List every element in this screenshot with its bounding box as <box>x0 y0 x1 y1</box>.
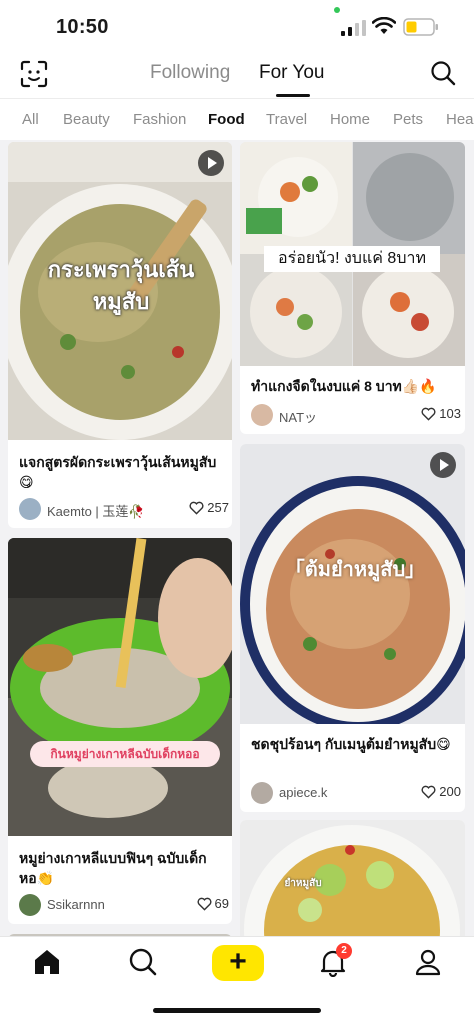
notification-badge: 2 <box>336 943 352 959</box>
post-meta: apiece.k 200 <box>251 782 461 804</box>
home-icon[interactable] <box>32 947 62 977</box>
post-overlay-text: กระเพราวุ้นเส้น หมูสับ <box>47 257 195 314</box>
post-overlay-text: อร่อยนัว! งบแค่ 8บาท <box>264 246 440 272</box>
post-meta: NATッ 103 <box>251 404 461 426</box>
video-play-icon <box>430 452 456 478</box>
category-health[interactable]: Hea <box>446 111 474 128</box>
post-title: แจกสูตรผัดกระเพราวุ้นเส้นหมูสับ 😋 <box>19 454 217 490</box>
heart-icon <box>421 407 436 421</box>
status-bar: 10:50 <box>0 0 474 54</box>
author-name[interactable]: NATッ <box>279 407 317 426</box>
search-icon[interactable] <box>430 60 456 86</box>
post-card[interactable]: ยำหมูสับ <box>240 820 465 936</box>
profile-icon[interactable] <box>413 947 443 977</box>
post-image <box>8 538 232 836</box>
avatar[interactable] <box>19 894 41 916</box>
tab-following[interactable]: Following <box>150 62 230 84</box>
like-count: 200 <box>439 784 461 799</box>
search-icon[interactable] <box>128 947 158 977</box>
like-button[interactable]: 257 <box>189 500 229 515</box>
post-title: หมูย่างเกาหลีแบบฟินๆ ฉบับเด็กหอ👏 <box>19 850 207 886</box>
post-overlay-text: กินหมูย่างเกาหลีฉบับเด็กหออ <box>30 741 220 767</box>
like-button[interactable]: 200 <box>421 784 461 799</box>
category-pets[interactable]: Pets <box>393 111 423 128</box>
wifi-icon <box>372 17 396 34</box>
category-home[interactable]: Home <box>330 111 370 128</box>
like-button[interactable]: 69 <box>197 896 229 911</box>
post-overlay-text: ยำหมูสับ <box>284 878 322 889</box>
feed-grid: กระเพราวุ้นเส้น หมูสับ แจกสูตรผัดกระเพรา… <box>0 140 474 936</box>
heart-icon <box>189 501 204 515</box>
author-name[interactable]: Kaemto | 玉莲🥀 <box>47 501 145 520</box>
category-food[interactable]: Food <box>208 111 245 128</box>
post-card[interactable]: 「ต้มยำหมูสับ」 ชดชุปร้อนๆ กับเมนูต้มยำหมู… <box>240 444 465 812</box>
like-button[interactable]: 103 <box>421 406 461 421</box>
post-meta: Ssikarnnn 69 <box>19 894 229 916</box>
post-title: ทำแกงจืดในงบแค่ 8 บาท👍🏻🔥 <box>251 378 437 394</box>
privacy-indicator-dot <box>334 7 340 13</box>
avatar[interactable] <box>19 498 41 520</box>
category-fashion[interactable]: Fashion <box>133 111 186 128</box>
video-play-icon <box>198 150 224 176</box>
avatar[interactable] <box>251 404 273 426</box>
category-beauty[interactable]: Beauty <box>63 111 110 128</box>
post-card[interactable]: อร่อยนัว! งบแค่ 8บาท ทำแกงจืดในงบแค่ 8 บ… <box>240 142 465 434</box>
post-meta: Kaemto | 玉莲🥀 257 <box>19 498 229 520</box>
active-tab-indicator <box>276 94 310 97</box>
status-time: 10:50 <box>56 16 109 38</box>
category-all[interactable]: All <box>22 111 39 128</box>
post-card[interactable]: กระเพราวุ้นเส้น หมูสับ แจกสูตรผัดกระเพรา… <box>8 142 232 528</box>
author-name[interactable]: apiece.k <box>279 785 327 800</box>
avatar[interactable] <box>251 782 273 804</box>
home-indicator <box>153 1008 321 1013</box>
tab-for-you[interactable]: For You <box>259 62 325 84</box>
post-image <box>240 444 465 724</box>
cellular-signal-icon <box>341 20 366 36</box>
post-overlay-text: 「ต้มยำหมูสับ」 <box>284 559 426 581</box>
heart-icon <box>421 785 436 799</box>
scan-face-icon[interactable] <box>18 58 50 90</box>
top-header: Following For You <box>0 54 474 98</box>
battery-icon <box>403 18 438 36</box>
like-count: 69 <box>214 896 229 911</box>
category-travel[interactable]: Travel <box>266 111 307 128</box>
like-count: 103 <box>439 406 461 421</box>
category-tabs: All Beauty Fashion Food Travel Home Pets… <box>0 98 474 140</box>
create-post-button[interactable]: + <box>212 945 264 981</box>
heart-icon <box>197 897 212 911</box>
like-count: 257 <box>207 500 229 515</box>
author-name[interactable]: Ssikarnnn <box>47 897 105 912</box>
post-card[interactable]: กินหมูย่างเกาหลีฉบับเด็กหออ หมูย่างเกาหล… <box>8 538 232 924</box>
plus-icon: + <box>229 945 247 978</box>
post-title: ชดชุปร้อนๆ กับเมนูต้มยำหมูสับ😋 <box>251 736 451 752</box>
